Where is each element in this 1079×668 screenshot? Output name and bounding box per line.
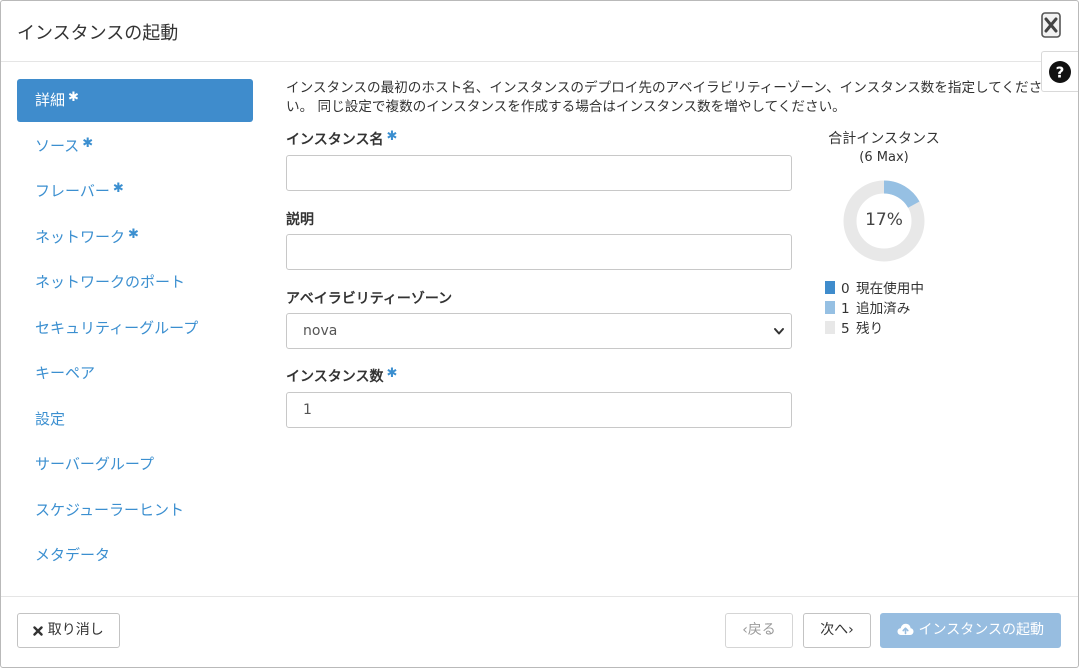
nav-item-server-groups[interactable]: サーバーグループ: [17, 443, 253, 486]
nav-item-metadata[interactable]: メタデータ: [17, 534, 253, 577]
instance-count-input[interactable]: 1: [286, 392, 792, 428]
legend-swatch: [825, 321, 835, 334]
label-text: インスタンス数: [286, 369, 384, 385]
times-icon: [33, 626, 43, 636]
cancel-button-label: 取り消し: [47, 622, 104, 638]
description-label: 説明: [286, 212, 314, 228]
close-icon[interactable]: [1041, 12, 1061, 38]
instance-count-label: インスタンス数 ✱: [286, 366, 397, 386]
nav-item-configuration[interactable]: 設定: [17, 398, 253, 441]
next-button[interactable]: 次へ›: [803, 613, 871, 648]
launch-button-label: インスタンスの起動: [918, 622, 1044, 638]
cloud-upload-icon: [897, 623, 914, 635]
nav-item-key-pair[interactable]: キーペア: [17, 352, 253, 395]
donut-added-arc: [883, 180, 920, 209]
nav-item-network[interactable]: ネットワーク ✱: [17, 216, 253, 259]
nav-item-label: フレーバー: [35, 182, 110, 200]
nav-item-label: キーペア: [35, 364, 96, 382]
nav-item-label: メタデータ: [35, 546, 111, 564]
legend-remaining: 5 残り: [825, 317, 924, 337]
back-button[interactable]: ‹戻る: [725, 613, 793, 648]
legend-added: 1 追加済み: [825, 297, 924, 317]
nav-item-label: サーバーグループ: [35, 455, 154, 473]
nav-item-flavor[interactable]: フレーバー ✱: [17, 170, 253, 213]
legend-label: 現在使用中: [856, 281, 924, 297]
nav-item-scheduler-hints[interactable]: スケジューラーヒント: [17, 489, 253, 532]
nav-item-network-ports[interactable]: ネットワークのポート: [17, 261, 253, 304]
legend-label: 残り: [856, 321, 884, 337]
legend-swatch: [825, 301, 835, 314]
availability-zone-select[interactable]: nova: [286, 313, 792, 349]
required-icon: ✱: [386, 129, 398, 144]
step-description: インスタンスの最初のホスト名、インスタンスのデプロイ先のアベイラビリティーゾーン…: [286, 80, 1043, 115]
modal-footer-divider: [1, 596, 1078, 597]
nav-item-label: ネットワークのポート: [35, 273, 186, 291]
chevron-down-icon: [774, 328, 784, 335]
modal-title: インスタンスの起動: [17, 23, 179, 44]
instance-name-input[interactable]: [286, 155, 792, 191]
nav-item-label: 設定: [35, 409, 66, 428]
svg-text:?: ?: [1056, 64, 1065, 82]
help-button[interactable]: ?: [1041, 51, 1078, 92]
required-icon: ✱: [68, 90, 79, 105]
nav-item-label: セキュリティーグループ: [35, 318, 199, 337]
nav-item-source[interactable]: ソース ✱: [17, 125, 253, 168]
quota-max: (6 Max): [859, 150, 909, 165]
nav-item-details[interactable]: 詳細 ✱: [17, 79, 253, 122]
availability-zone-value: nova: [303, 323, 338, 339]
question-circle-icon: ?: [1049, 61, 1071, 83]
availability-zone-label: アベイラビリティーゾーン: [286, 291, 453, 307]
required-icon: ✱: [386, 366, 398, 381]
required-icon: ✱: [128, 226, 139, 242]
legend-count: 0: [841, 281, 850, 297]
nav-item-security-groups[interactable]: セキュリティーグループ: [17, 307, 253, 350]
nav-item-label: ソース: [35, 136, 80, 155]
required-icon: ✱: [112, 181, 124, 196]
instance-name-label: インスタンス名 ✱: [286, 129, 397, 149]
legend-count: 1: [841, 301, 850, 317]
legend-swatch: [825, 281, 835, 294]
quota-percent: 17%: [865, 210, 903, 230]
nav-item-label: 詳細: [35, 91, 66, 109]
quota-legend: 0 現在使用中 1 追加済み 5 残り: [825, 277, 924, 337]
legend-label: 追加済み: [856, 301, 911, 317]
launch-instance-button[interactable]: インスタンスの起動: [880, 613, 1061, 648]
legend-count: 5: [841, 321, 850, 337]
quota-title: 合計インスタンス: [828, 131, 940, 147]
required-icon: ✱: [82, 135, 94, 151]
wizard-nav: 詳細 ✱ ソース ✱ フレーバー ✱ ネットワーク ✱ ネットワークのポート セキュリテ…: [17, 79, 253, 580]
label-text: インスタンス名: [286, 132, 384, 148]
description-input[interactable]: [286, 234, 792, 270]
legend-current: 0 現在使用中: [825, 277, 924, 297]
nav-item-label: ネットワーク: [35, 227, 126, 246]
modal-header: インスタンスの起動: [1, 1, 1078, 62]
nav-item-label: スケジューラーヒント: [35, 500, 184, 519]
cancel-button[interactable]: 取り消し: [17, 613, 120, 648]
